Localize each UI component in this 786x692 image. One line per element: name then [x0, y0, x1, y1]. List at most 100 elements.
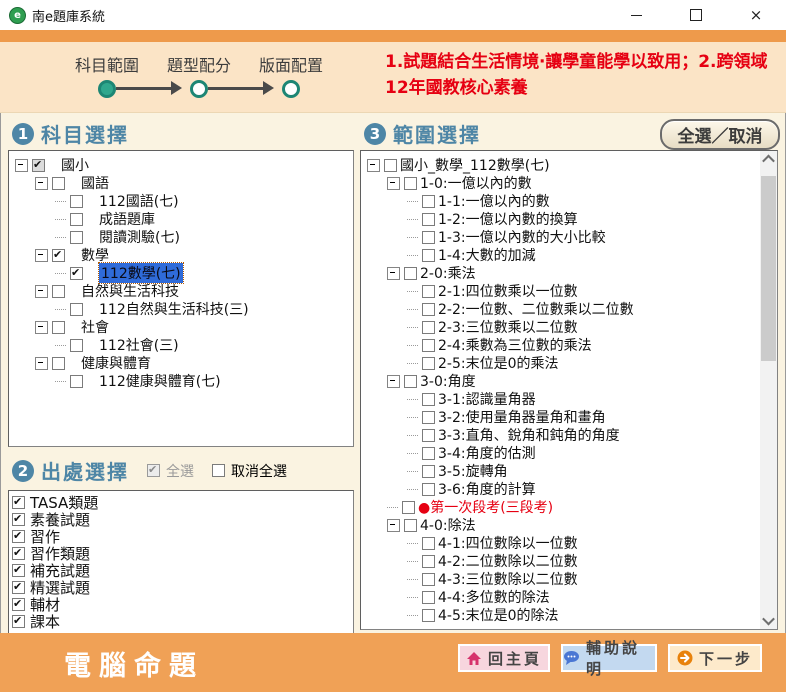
- help-button[interactable]: 輔助說明: [561, 644, 657, 672]
- checkbox[interactable]: [12, 581, 25, 594]
- checkbox[interactable]: [422, 573, 435, 586]
- tree-node[interactable]: ●第一次段考(三段考): [361, 498, 760, 516]
- tree-node[interactable]: 3-2:使用量角器量角和畫角: [361, 408, 760, 426]
- checkbox[interactable]: [12, 598, 25, 611]
- tree-node[interactable]: 2-4:乘數為三位數的乘法: [361, 336, 760, 354]
- tree-node[interactable]: 2-1:四位數乘以一位數: [361, 282, 760, 300]
- tree-node[interactable]: 2-2:一位數、二位數乘以二位數: [361, 300, 760, 318]
- checkbox[interactable]: [402, 501, 415, 514]
- tree-node[interactable]: 112社會(三): [9, 336, 353, 354]
- checkbox[interactable]: [422, 231, 435, 244]
- checkbox[interactable]: [422, 429, 435, 442]
- checkbox[interactable]: [70, 375, 83, 388]
- checkbox[interactable]: [70, 267, 83, 280]
- tree-node[interactable]: 2-0:乘法: [361, 264, 760, 282]
- tree-node[interactable]: 4-3:三位數除以二位數: [361, 570, 760, 588]
- checkbox[interactable]: [12, 547, 25, 560]
- checkbox[interactable]: [404, 267, 417, 280]
- checkbox[interactable]: [422, 213, 435, 226]
- checkbox[interactable]: [70, 339, 83, 352]
- checkbox[interactable]: [52, 285, 65, 298]
- tree-node[interactable]: 3-6:角度的計算: [361, 480, 760, 498]
- tree-node[interactable]: 3-1:認識量角器: [361, 390, 760, 408]
- tree-node[interactable]: 成語題庫: [9, 210, 353, 228]
- tree-node[interactable]: 112數學(七): [9, 264, 353, 282]
- checkbox[interactable]: [12, 530, 25, 543]
- expand-collapse-icon[interactable]: [35, 285, 48, 298]
- tree-node[interactable]: 3-4:角度的估測: [361, 444, 760, 462]
- checkbox[interactable]: [422, 609, 435, 622]
- tree-node[interactable]: 社會: [9, 318, 353, 336]
- toggle-all-button[interactable]: 全選／取消: [660, 119, 780, 150]
- scroll-up-button[interactable]: [760, 151, 777, 168]
- checkbox[interactable]: [422, 465, 435, 478]
- select-all-checkbox[interactable]: 全選: [147, 461, 194, 481]
- tree-node[interactable]: 國小: [9, 156, 353, 174]
- expand-collapse-icon[interactable]: [367, 159, 380, 172]
- expand-collapse-icon[interactable]: [35, 177, 48, 190]
- checkbox[interactable]: [422, 411, 435, 424]
- minimize-button[interactable]: [606, 0, 666, 30]
- tree-node[interactable]: 112國語(七): [9, 192, 353, 210]
- home-button[interactable]: 回主頁: [458, 644, 550, 672]
- checkbox[interactable]: [70, 231, 83, 244]
- checkbox[interactable]: [52, 177, 65, 190]
- expand-collapse-icon[interactable]: [387, 519, 400, 532]
- checkbox[interactable]: [70, 213, 83, 226]
- checkbox[interactable]: [422, 555, 435, 568]
- checkbox[interactable]: [52, 249, 65, 262]
- checkbox[interactable]: [422, 249, 435, 262]
- tree-node[interactable]: 4-4:多位數的除法: [361, 588, 760, 606]
- tree-node[interactable]: 閱讀測驗(七): [9, 228, 353, 246]
- checkbox[interactable]: [404, 177, 417, 190]
- tree-node[interactable]: 3-0:角度: [361, 372, 760, 390]
- checkbox[interactable]: [422, 537, 435, 550]
- checkbox[interactable]: [70, 195, 83, 208]
- tree-node[interactable]: 國語: [9, 174, 353, 192]
- close-button[interactable]: ×: [726, 0, 786, 30]
- checkbox[interactable]: [422, 393, 435, 406]
- tree-node[interactable]: 數學: [9, 246, 353, 264]
- checkbox[interactable]: [422, 285, 435, 298]
- checkbox[interactable]: [404, 519, 417, 532]
- checkbox[interactable]: [12, 513, 25, 526]
- checkbox[interactable]: [12, 496, 25, 509]
- source-item[interactable]: 素養試題: [12, 511, 353, 528]
- tree-node[interactable]: 1-2:一億以內數的換算: [361, 210, 760, 228]
- tree-node[interactable]: 4-1:四位數除以一位數: [361, 534, 760, 552]
- checkbox[interactable]: [52, 357, 65, 370]
- tree-node[interactable]: 1-3:一億以內數的大小比較: [361, 228, 760, 246]
- tree-node[interactable]: 國小_數學_112數學(七): [361, 156, 760, 174]
- maximize-button[interactable]: [666, 0, 726, 30]
- checkbox[interactable]: [384, 159, 397, 172]
- checkbox[interactable]: [52, 321, 65, 334]
- checkbox[interactable]: [404, 375, 417, 388]
- expand-collapse-icon[interactable]: [35, 357, 48, 370]
- tree-node[interactable]: 2-3:三位數乘以二位數: [361, 318, 760, 336]
- source-item[interactable]: 課本: [12, 613, 353, 630]
- expand-collapse-icon[interactable]: [387, 177, 400, 190]
- expand-collapse-icon[interactable]: [15, 159, 28, 172]
- tree-node[interactable]: 112健康與體育(七): [9, 372, 353, 390]
- expand-collapse-icon[interactable]: [387, 267, 400, 280]
- tree-node[interactable]: 1-4:大數的加減: [361, 246, 760, 264]
- checkbox[interactable]: [12, 564, 25, 577]
- checkbox[interactable]: [422, 447, 435, 460]
- checkbox[interactable]: [422, 483, 435, 496]
- checkbox[interactable]: [422, 339, 435, 352]
- checkbox[interactable]: [32, 159, 45, 172]
- scrollbar-thumb[interactable]: [761, 176, 776, 361]
- source-item[interactable]: 精選試題: [12, 579, 353, 596]
- deselect-all-checkbox[interactable]: 取消全選: [212, 461, 287, 481]
- scroll-down-button[interactable]: [760, 612, 777, 629]
- tree-node[interactable]: 4-2:二位數除以二位數: [361, 552, 760, 570]
- tree-node[interactable]: 1-1:一億以內的數: [361, 192, 760, 210]
- expand-collapse-icon[interactable]: [35, 249, 48, 262]
- tree-node[interactable]: 4-5:末位是0的除法: [361, 606, 760, 624]
- tree-node[interactable]: 4-0:除法: [361, 516, 760, 534]
- expand-collapse-icon[interactable]: [387, 375, 400, 388]
- next-step-button[interactable]: 下一步: [668, 644, 762, 672]
- tree-node[interactable]: 2-5:末位是0的乘法: [361, 354, 760, 372]
- tree-node[interactable]: 1-0:一億以內的數: [361, 174, 760, 192]
- checkbox[interactable]: [12, 615, 25, 628]
